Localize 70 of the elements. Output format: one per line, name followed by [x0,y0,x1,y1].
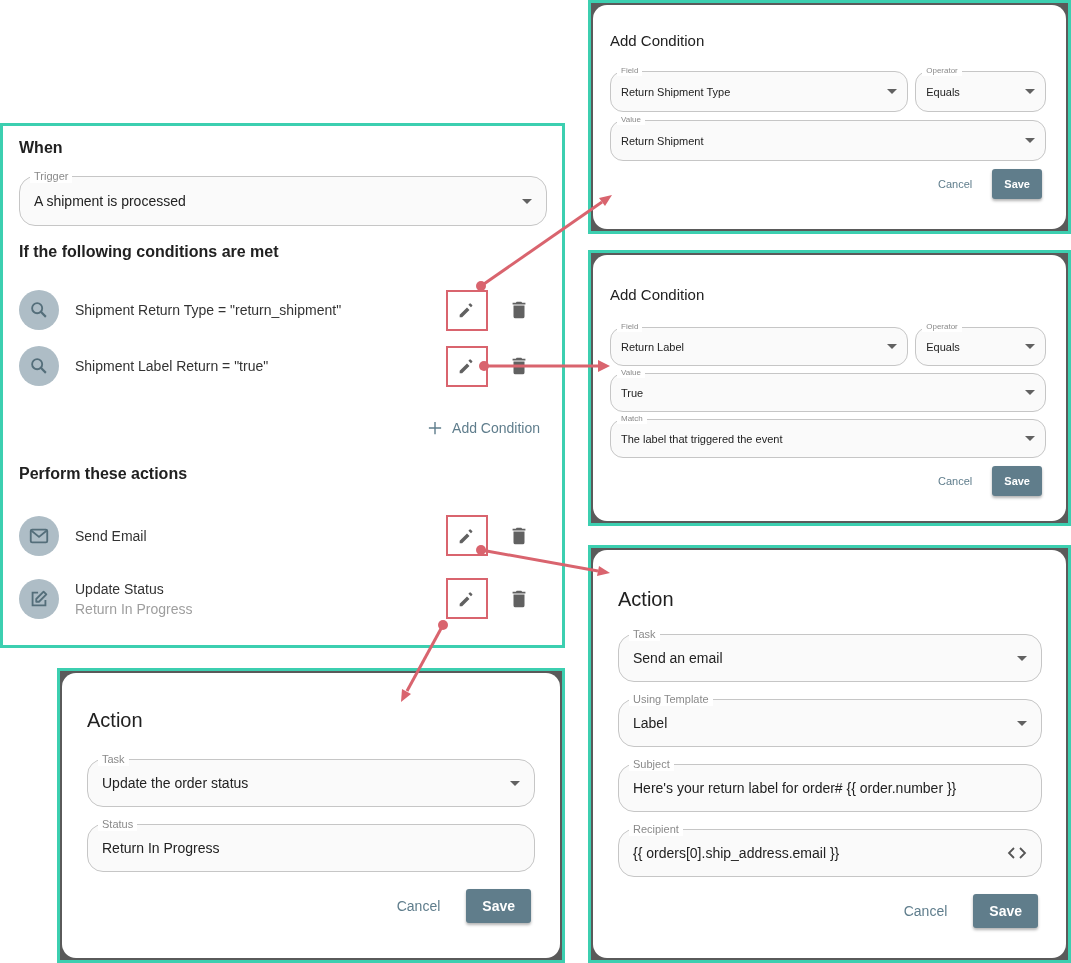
dialog-title: Add Condition [610,285,706,305]
field-value: Return Label [621,340,685,353]
field-label: Status [98,817,138,831]
save-button[interactable]: Save [466,889,531,923]
field-label: Trigger [30,169,73,183]
field-label: Field [617,322,643,332]
field-value: Here's your return label for order# {{ order.number }} [633,780,958,796]
caret-icon [1025,89,1035,94]
field-value: Label [633,715,669,731]
caret-icon [1025,436,1035,441]
dialog-title: Action [87,708,144,733]
search-icon [19,290,59,330]
dialog-title: Action [618,587,675,612]
field-label: Task [629,627,660,641]
field-value: Return In Progress [102,840,221,856]
field-label: Task [98,752,129,766]
cancel-button[interactable]: Cancel [934,471,977,491]
field-value: Update the order status [102,775,250,791]
save-button[interactable]: Save [992,169,1042,199]
cancel-button[interactable]: Cancel [899,899,952,923]
edit-button[interactable] [446,578,488,619]
action-title: Update Status [75,580,164,597]
field-value: Return Shipment [621,134,705,147]
field-value: True [621,386,645,399]
condition-text: Shipment Return Type = "return_shipment" [75,302,343,318]
field-label: Operator [922,66,962,76]
cancel-button[interactable]: Cancel [392,894,445,918]
edit-icon [19,578,59,619]
edit-button[interactable] [446,515,488,556]
field-value: Equals [926,85,961,98]
edit-button[interactable] [446,289,488,331]
field-value: Equals [926,340,961,353]
condition-text: Shipment Label Return = "true" [75,358,270,374]
search-icon [19,346,59,386]
caret-icon [510,780,520,786]
field-label: Value [617,368,645,378]
caret-icon [522,198,532,204]
field-value: Return Shipment Type [621,85,732,98]
envelope-icon [19,515,59,556]
edit-button[interactable] [446,345,488,387]
section-heading: When [19,138,63,158]
field-label: Using Template [629,692,713,706]
dialog-title: Add Condition [610,31,706,51]
action-subtitle: Return In Progress [75,600,193,617]
field-label: Operator [922,322,962,332]
caret-icon [1025,344,1035,349]
plus-icon [428,421,443,435]
caret-icon [887,344,898,349]
field-label: Subject [629,757,674,771]
cancel-button[interactable]: Cancel [934,174,977,194]
field-value: {{ orders[0].ship_address.email }} [633,845,841,861]
section-heading: Perform these actions [19,464,188,484]
code-icon [1007,846,1027,860]
field-value: Send an email [633,650,724,666]
field-label: Recipient [629,822,683,836]
caret-icon [1017,720,1027,726]
field-label: Field [617,66,643,76]
field-label: Value [617,115,645,125]
caret-icon [887,89,898,94]
section-heading: If the following conditions are met [19,242,279,262]
field-label: Match [617,414,647,424]
field-value: A shipment is processed [34,193,187,209]
save-button[interactable]: Save [992,466,1042,496]
save-button[interactable]: Save [973,894,1038,928]
caret-icon [1025,138,1035,143]
caret-icon [1017,655,1027,661]
add-condition-button[interactable]: Add Condition [428,416,540,440]
caret-icon [1025,390,1035,395]
field-value: The label that triggered the event [621,432,784,445]
action-title: Send Email [75,527,147,544]
